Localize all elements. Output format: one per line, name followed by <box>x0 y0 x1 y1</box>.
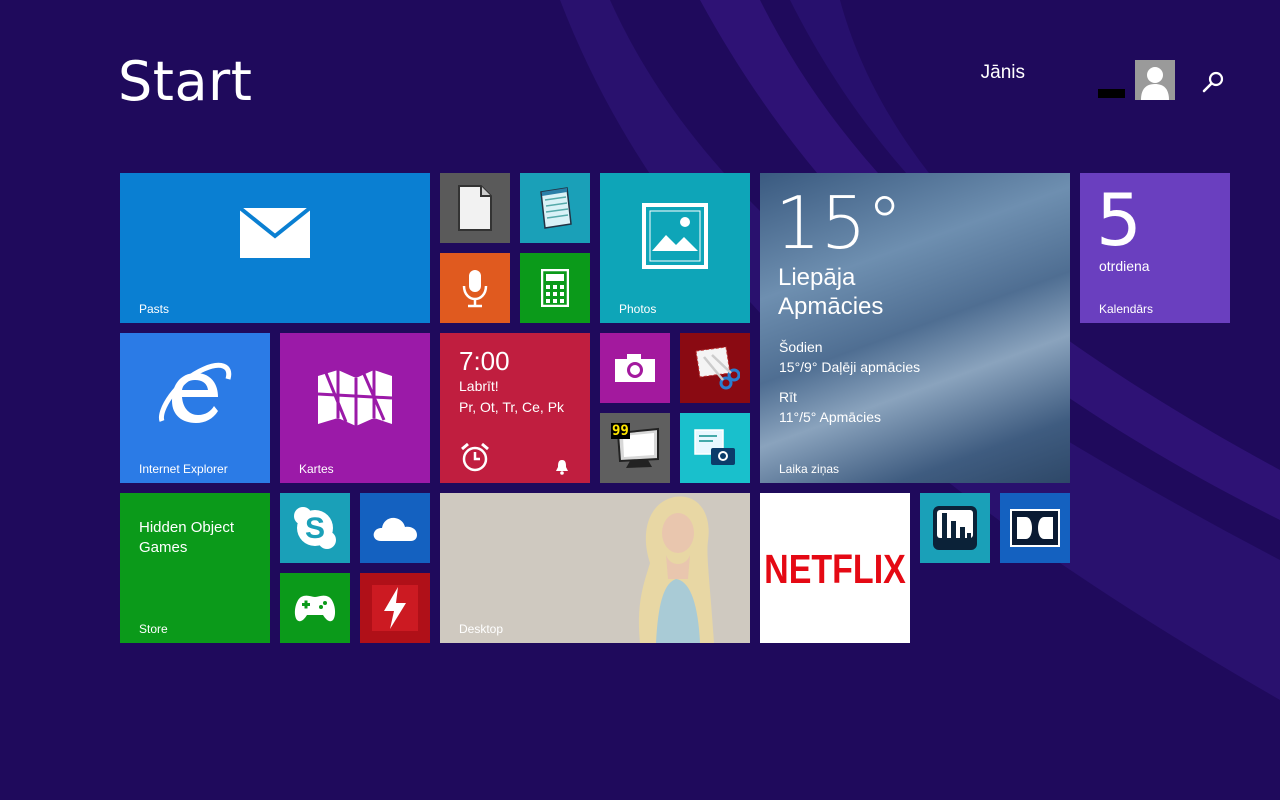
photo-icon <box>642 203 708 269</box>
microphone-icon <box>462 270 488 308</box>
tile-alarms[interactable]: 7:00 Labrīt! Pr, Ot, Tr, Ce, Pk <box>440 333 590 483</box>
calculator-icon <box>541 269 569 307</box>
tile-games[interactable] <box>280 573 350 643</box>
tile-flash-app[interactable] <box>360 573 430 643</box>
tile-label: Desktop <box>459 622 504 636</box>
alarm-time: 7:00 <box>459 346 510 376</box>
search-icon <box>1202 71 1224 93</box>
tile-equalizer-app[interactable] <box>920 493 990 563</box>
calendar-weekday: otrdiena <box>1099 258 1150 274</box>
page-title: Start <box>118 50 253 113</box>
cloud-icon <box>373 517 417 541</box>
document-icon <box>458 185 492 231</box>
tile-calculator[interactable] <box>520 253 590 323</box>
monitor-badge: 99 <box>611 423 630 439</box>
weather-today-label: Šodien <box>779 339 823 355</box>
tile-label: Laika ziņas <box>779 462 840 476</box>
bell-icon <box>556 460 568 475</box>
svg-text:S: S <box>305 512 325 545</box>
ie-icon <box>158 362 232 423</box>
search-button[interactable] <box>1198 68 1228 98</box>
alarm-name: Labrīt! <box>459 378 499 394</box>
user-icon <box>1135 60 1175 100</box>
tile-netflix[interactable]: NETFLIX <box>760 493 910 643</box>
tile-camera[interactable] <box>600 333 670 403</box>
tile-mail[interactable]: Pasts <box>120 173 430 323</box>
tile-maps[interactable]: Kartes <box>280 333 430 483</box>
scissors-icon <box>695 346 740 390</box>
skype-icon: S <box>294 507 336 549</box>
weather-tomorrow-forecast: 11°/5° Apmācies <box>779 409 881 425</box>
weather-city: Liepāja <box>778 264 856 291</box>
tile-skype[interactable]: S <box>280 493 350 563</box>
tile-monitor-app[interactable]: 99 <box>600 413 670 483</box>
tile-reader[interactable] <box>440 173 510 243</box>
avatar[interactable] <box>1135 60 1175 100</box>
desktop-wallpaper-image <box>638 496 714 643</box>
tile-desktop[interactable]: Desktop <box>440 493 750 643</box>
tile-dolby[interactable] <box>1000 493 1070 563</box>
lightning-icon <box>372 585 418 631</box>
gamepad-icon <box>294 595 336 622</box>
tile-label: Store <box>139 622 168 636</box>
mail-icon <box>240 208 310 258</box>
tile-photos[interactable]: Photos <box>600 173 750 323</box>
tile-weather[interactable]: 15° Liepāja Apmācies Šodien 15°/9° Daļēj… <box>760 173 1070 483</box>
user-name: Jānis <box>980 62 1025 83</box>
netflix-logo: NETFLIX <box>764 547 906 593</box>
alarm-clock-icon <box>461 442 489 472</box>
tile-screenshot-app[interactable] <box>680 413 750 483</box>
camera-icon <box>615 354 655 382</box>
weather-condition: Apmācies <box>778 293 884 320</box>
tile-notepad[interactable] <box>520 173 590 243</box>
tile-label: Kalendārs <box>1099 302 1154 316</box>
notepad-icon <box>540 187 572 229</box>
calendar-day: 5 <box>1096 178 1142 262</box>
user-status-bar <box>1098 89 1125 98</box>
tile-label: Photos <box>619 302 657 316</box>
dolby-icon <box>1010 509 1060 547</box>
equalizer-icon <box>933 506 977 550</box>
weather-tomorrow-label: Rīt <box>779 389 797 405</box>
tile-label: Kartes <box>299 462 334 476</box>
map-icon <box>317 370 393 426</box>
store-promo-text: Hidden Object Games <box>139 519 235 556</box>
tile-calendar[interactable]: 5 otrdiena Kalendārs <box>1080 173 1230 323</box>
weather-today-forecast: 15°/9° Daļēji apmācies <box>779 359 921 375</box>
tile-internet-explorer[interactable]: Internet Explorer <box>120 333 270 483</box>
tile-store[interactable]: Hidden Object Games Store <box>120 493 270 643</box>
tile-label: Internet Explorer <box>139 462 228 476</box>
tile-snipping-tool[interactable] <box>680 333 750 403</box>
tile-onedrive[interactable] <box>360 493 430 563</box>
alarm-days: Pr, Ot, Tr, Ce, Pk <box>459 399 565 415</box>
tile-sound-recorder[interactable] <box>440 253 510 323</box>
weather-temperature: 15° <box>775 181 903 265</box>
screenshot-icon <box>694 429 735 465</box>
tile-label: Pasts <box>139 302 170 316</box>
